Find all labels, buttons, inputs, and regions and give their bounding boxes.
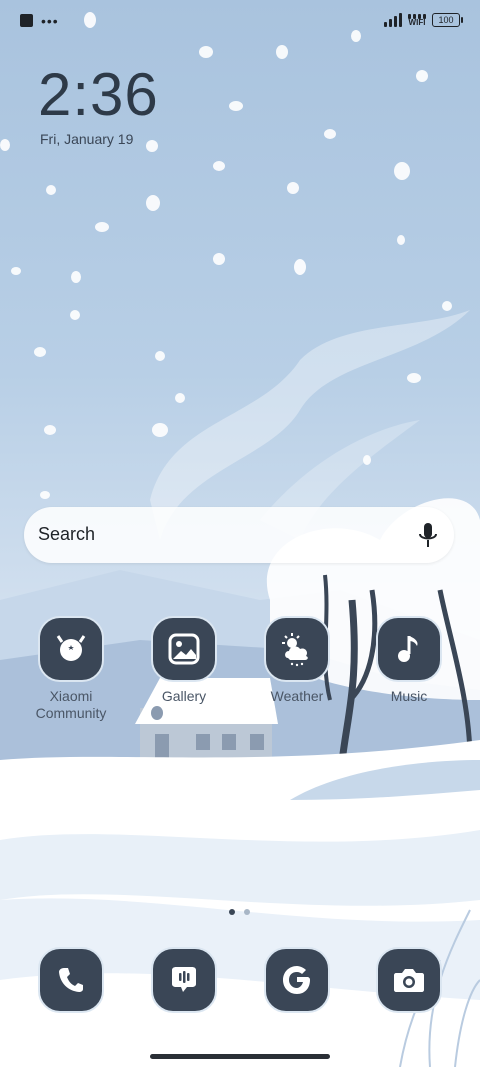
page-dot-active [229, 909, 235, 915]
wifi-icon: WIFI [408, 12, 426, 27]
dock-messages-button[interactable] [151, 947, 217, 1013]
notification-square-icon [20, 14, 33, 27]
app-label: Xiaomi Community [35, 688, 107, 721]
date-label[interactable]: Fri, January 19 [40, 131, 133, 147]
message-icon [172, 967, 196, 992]
wifi-label: WIFI [408, 18, 426, 27]
camera-icon [394, 969, 424, 992]
microphone-icon[interactable] [416, 521, 440, 549]
image-icon[interactable] [151, 616, 217, 682]
dock-phone-button[interactable] [38, 947, 104, 1013]
app-gallery[interactable]: Gallery [134, 616, 234, 705]
home-indicator[interactable] [150, 1054, 330, 1059]
robot-icon[interactable] [38, 616, 104, 682]
status-bar: ••• WIFI 100 [0, 0, 480, 44]
dock-camera-button[interactable] [376, 947, 442, 1013]
app-music[interactable]: Music [359, 616, 459, 705]
battery-level: 100 [438, 14, 454, 25]
battery-icon: 100 [432, 12, 463, 27]
app-label: Gallery [161, 688, 207, 704]
google-icon [283, 966, 310, 994]
weather-sun-cloud-icon[interactable] [264, 616, 330, 682]
app-label: Weather [270, 688, 324, 704]
app-label: Music [390, 688, 428, 704]
cellular-signal-icon [384, 12, 402, 27]
app-xiaomi-community[interactable]: Xiaomi Community [21, 616, 121, 722]
search-bar[interactable]: Search [24, 507, 454, 563]
page-indicator [229, 909, 250, 915]
phone-icon [59, 968, 83, 992]
more-notifications-icon: ••• [41, 12, 59, 29]
page-dot [244, 909, 250, 915]
music-note-icon[interactable] [376, 616, 442, 682]
app-weather[interactable]: Weather [247, 616, 347, 705]
search-input[interactable]: Search [38, 524, 95, 545]
dock-google-button[interactable] [264, 947, 330, 1013]
clock-time[interactable]: 2:36 [38, 60, 159, 129]
